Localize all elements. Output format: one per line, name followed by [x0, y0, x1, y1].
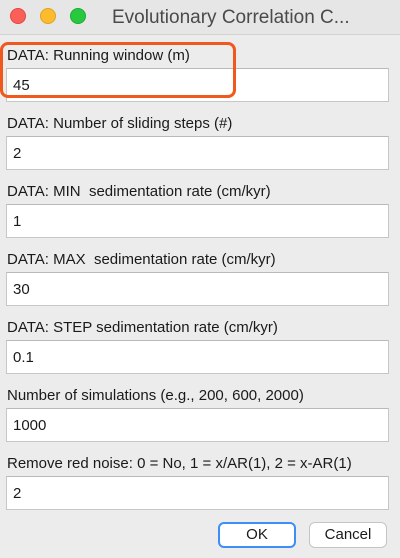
title-bar: Evolutionary Correlation C... [0, 0, 400, 35]
min-sed-rate-input[interactable] [6, 204, 389, 238]
close-window-button[interactable] [10, 8, 26, 24]
cancel-button[interactable]: Cancel [309, 522, 387, 548]
simulations-label: Number of simulations (e.g., 200, 600, 2… [7, 387, 304, 404]
red-noise-label: Remove red noise: 0 = No, 1 = x/AR(1), 2… [7, 455, 352, 472]
step-sed-rate-label: DATA: STEP sedimentation rate (cm/kyr) [7, 319, 278, 336]
sliding-steps-input[interactable] [6, 136, 389, 170]
simulations-input[interactable] [6, 408, 389, 442]
minimize-window-button[interactable] [40, 8, 56, 24]
running-window-input[interactable] [6, 68, 389, 102]
step-sed-rate-input[interactable] [6, 340, 389, 374]
running-window-label: DATA: Running window (m) [7, 47, 190, 64]
max-sed-rate-label: DATA: MAX sedimentation rate (cm/kyr) [7, 251, 276, 268]
min-sed-rate-label: DATA: MIN sedimentation rate (cm/kyr) [7, 183, 271, 200]
red-noise-input[interactable] [6, 476, 389, 510]
max-sed-rate-input[interactable] [6, 272, 389, 306]
window-title: Evolutionary Correlation C... [112, 7, 350, 28]
sliding-steps-label: DATA: Number of sliding steps (#) [7, 115, 233, 132]
ok-button[interactable]: OK [218, 522, 296, 548]
maximize-window-button[interactable] [70, 8, 86, 24]
